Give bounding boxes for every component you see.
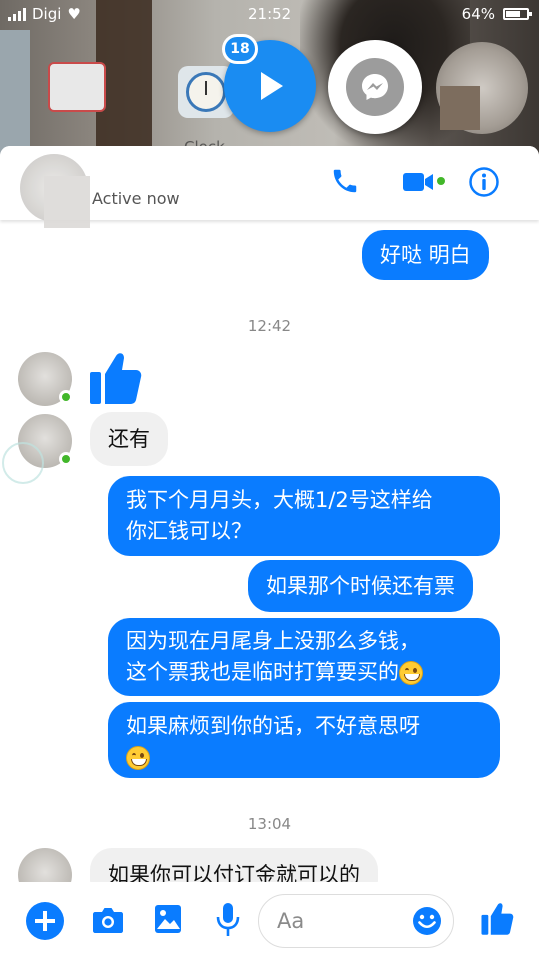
message-line: 你汇钱可以？ [126, 519, 252, 543]
microphone-icon[interactable] [216, 902, 240, 938]
composer-bar: Aa [0, 882, 539, 960]
message-line: 我下个月月头，大概1/2号这样给 [126, 488, 433, 512]
video-camera-icon[interactable] [402, 171, 434, 193]
chat-window: Active now 好哒 明白 12:42 还有 我下个月月头，大概1/2号这… [0, 146, 539, 960]
message-line: 因为现在月尾身上没那么多钱， [126, 629, 420, 653]
info-icon[interactable] [468, 166, 500, 198]
message-text: 好哒 明白 [380, 242, 471, 267]
message-outgoing[interactable]: 因为现在月尾身上没那么多钱， 这个票我也是临时打算要买的 [108, 618, 500, 696]
message-outgoing[interactable]: 我下个月月头，大概1/2号这样给 你汇钱可以？ [108, 476, 500, 556]
message-outgoing[interactable]: 如果那个时候还有票 [248, 560, 473, 612]
timestamp: 13:04 [247, 815, 292, 833]
messenger-icon [362, 74, 388, 100]
image-icon[interactable] [154, 904, 182, 934]
video-available-dot [437, 177, 445, 185]
contact-avatar-small [18, 352, 73, 406]
plus-icon[interactable] [26, 902, 64, 940]
status-bar: Digi ♥ 21:52 64% [0, 0, 539, 28]
status-time: 21:52 [248, 5, 292, 23]
background-app-icon [48, 62, 106, 112]
heart-icon: ♥ [67, 5, 81, 23]
contact-avatar[interactable] [20, 154, 90, 228]
play-icon [261, 72, 283, 100]
battery-percent: 64% [461, 5, 495, 23]
battery-icon [503, 8, 532, 20]
floating-overlay-icon [2, 442, 44, 484]
message-line: 如果麻烦到你的话，不好意思呀 [126, 713, 420, 738]
messenger-chat-head[interactable] [328, 40, 422, 134]
online-indicator [59, 390, 73, 404]
message-incoming[interactable]: 还有 [90, 412, 168, 466]
phone-icon[interactable] [330, 166, 360, 196]
emoji-icon[interactable] [411, 905, 443, 937]
message-text: 如果那个时候还有票 [266, 573, 455, 598]
carrier-name: Digi [32, 5, 62, 23]
like-icon[interactable] [480, 900, 514, 936]
online-indicator [59, 452, 73, 466]
message-outgoing[interactable]: 如果麻烦到你的话，不好意思呀 [108, 702, 500, 778]
message-text: 还有 [108, 426, 150, 451]
like-sticker-icon[interactable] [88, 348, 142, 406]
message-input-placeholder: Aa [277, 909, 305, 933]
timestamp: 12:42 [247, 317, 292, 335]
grinning-sweat-emoji-icon [399, 661, 423, 685]
contact-chat-head[interactable] [436, 42, 528, 134]
grinning-sweat-emoji-icon [126, 745, 150, 770]
background-panel [0, 30, 30, 160]
camera-icon[interactable] [92, 906, 124, 934]
message-input[interactable]: Aa [258, 894, 454, 948]
active-status: Active now [92, 189, 180, 208]
message-outgoing[interactable]: 好哒 明白 [362, 230, 489, 280]
signal-icon [8, 7, 26, 21]
unread-badge: 18 [222, 34, 258, 64]
message-line: 这个票我也是临时打算要买的 [126, 660, 399, 684]
chat-header: Active now [0, 146, 539, 228]
